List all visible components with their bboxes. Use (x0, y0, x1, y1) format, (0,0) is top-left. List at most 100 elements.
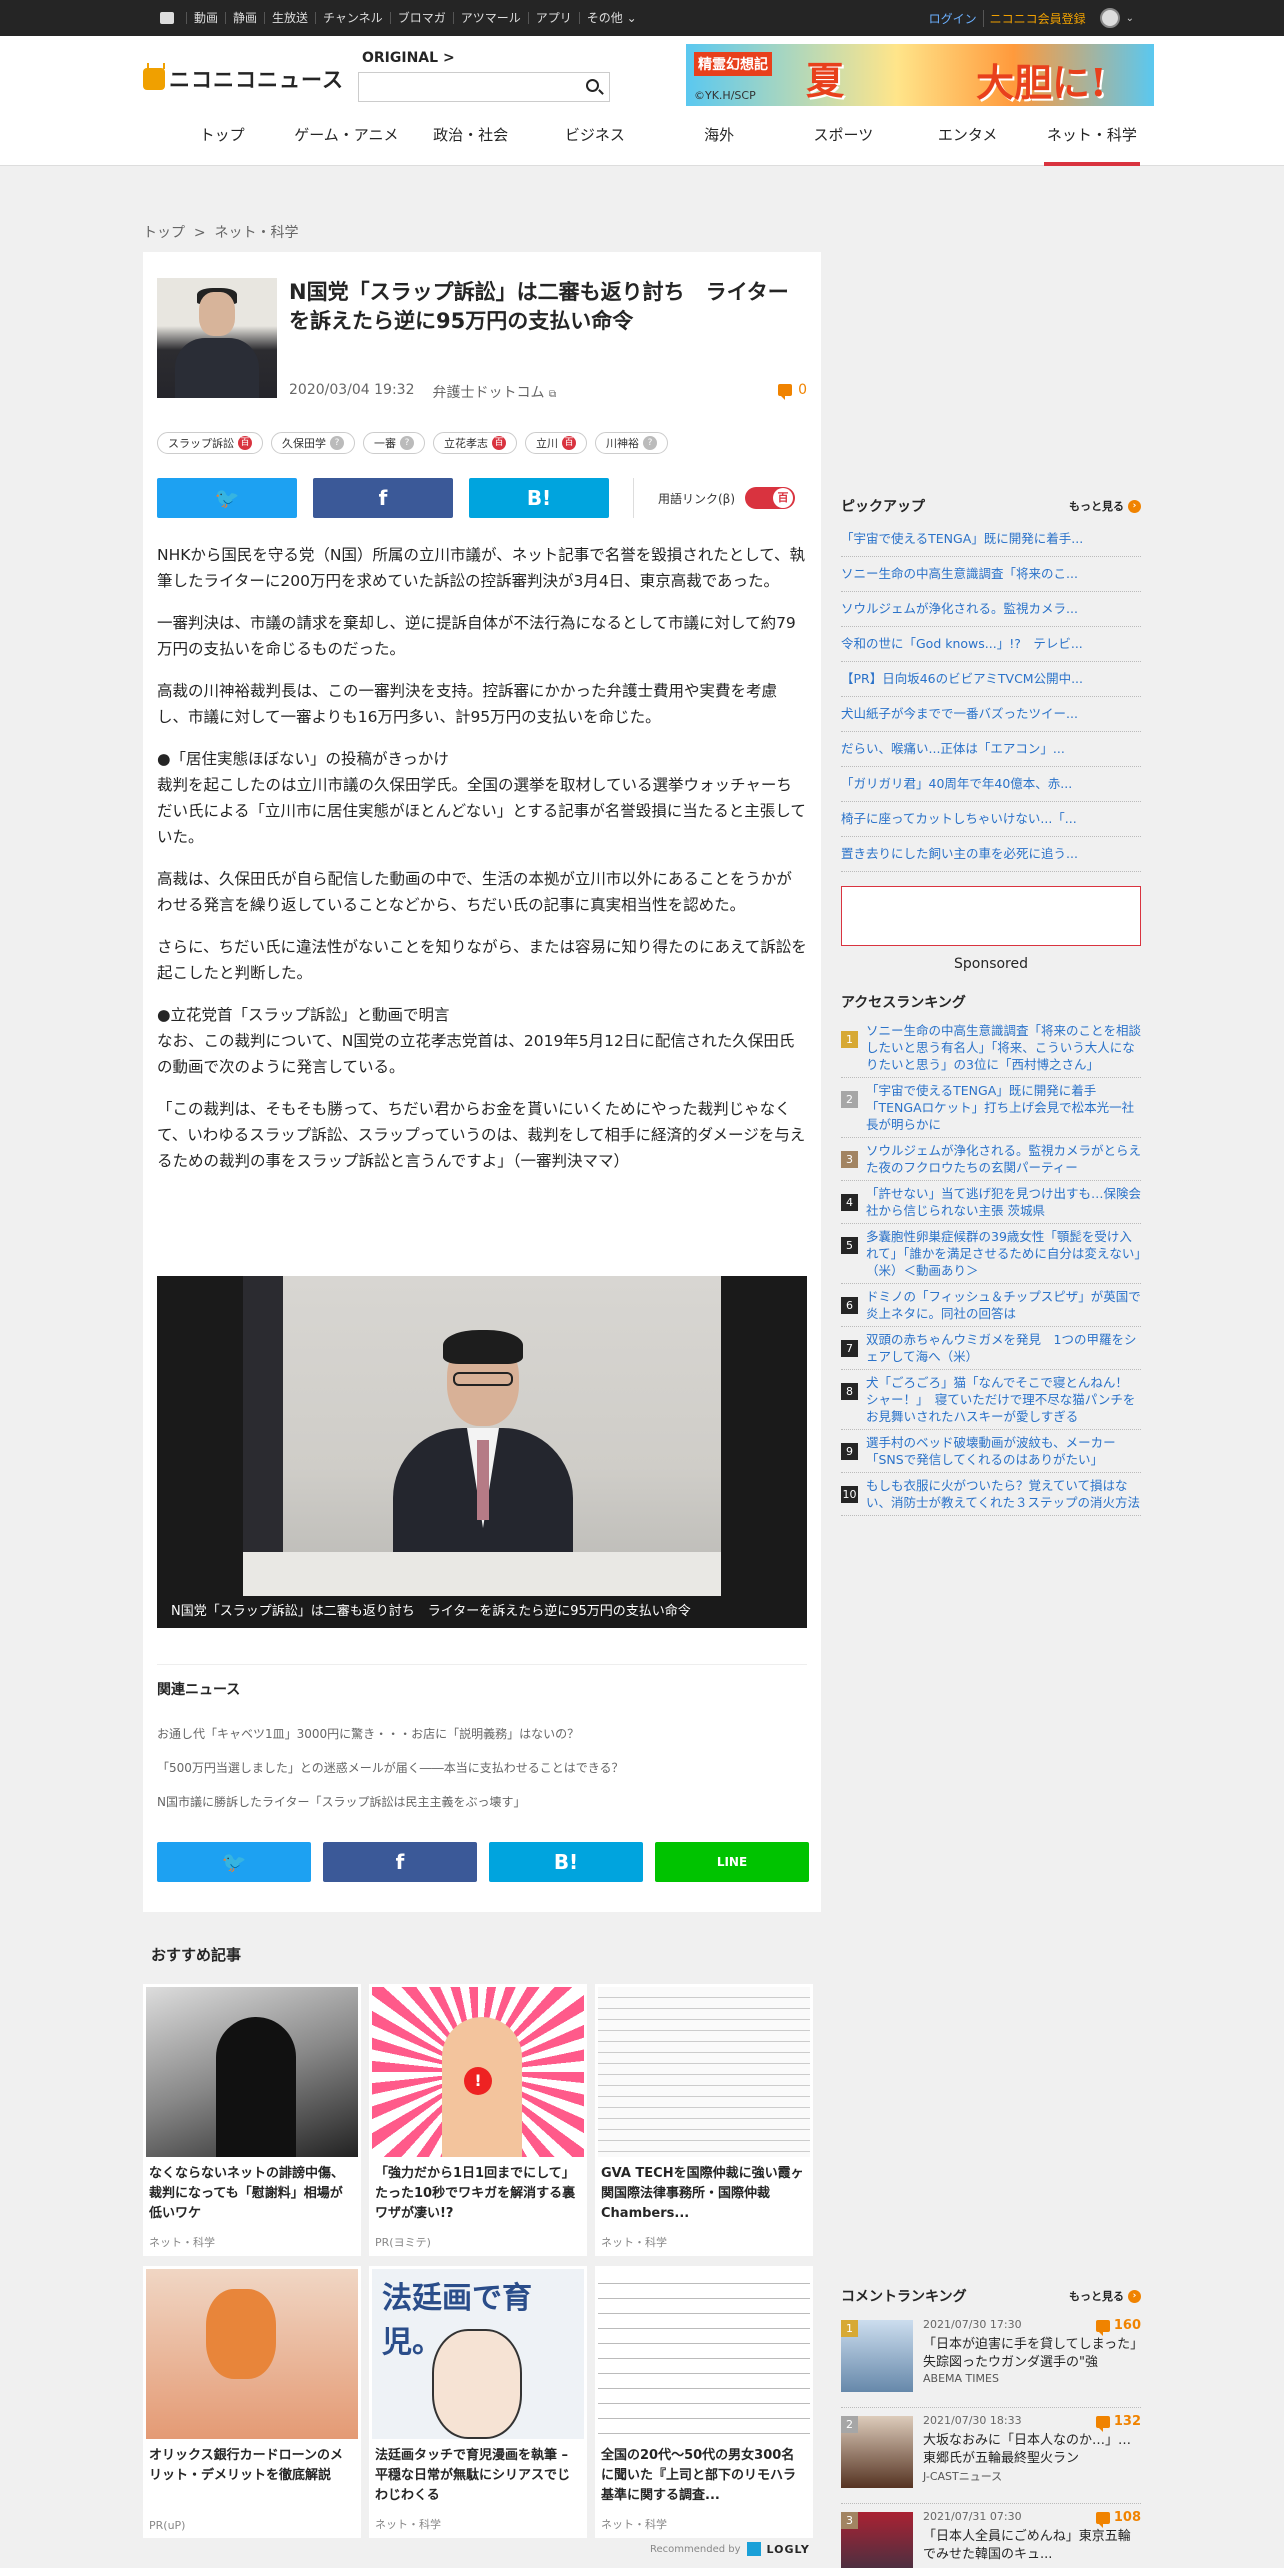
ranking-item[interactable]: 1 ソニー生命の中高生意識調査「将来のことを相談したいと思う有名人」「将来、こうい… (841, 1018, 1141, 1078)
nav-game-anime[interactable]: ゲーム・アニメ (284, 120, 408, 166)
more-link[interactable]: もっと見る › (1069, 2288, 1141, 2304)
recommended-card[interactable]: 全国の20代～50代の男女300名に聞いた『上司と部下のリモハラ基準に関する調査… (595, 2266, 813, 2538)
pickup-item[interactable]: ソウルジェムが浄化される。監視カメラ... (841, 592, 1141, 627)
dic-icon[interactable]: 百 (562, 436, 576, 450)
toggle-switch[interactable] (745, 487, 796, 509)
ranking-item[interactable]: 9 選手村のベッド破壊動画が波紋も、メーカー「SNSで発信してくれるのはありがたい… (841, 1430, 1141, 1473)
pickup-item[interactable]: 「ガリガリ君」40周年で年40億本、赤... (841, 767, 1141, 802)
ranking-item[interactable]: 6 ドミノの「フィッシュ＆チップスピザ」が英国で炎上ネタに。同社の回答は (841, 1284, 1141, 1327)
tag-item[interactable]: 川神裕? (595, 432, 668, 454)
question-icon[interactable]: ? (400, 436, 414, 450)
pickup-item[interactable]: 犬山紙子が今までで一番バズったツイー... (841, 697, 1141, 732)
pickup-item[interactable]: 置き去りにした飼い主の車を必死に追う... (841, 837, 1141, 872)
ranking-item[interactable]: 3 ソウルジェムが浄化される。監視カメラがとらえた夜のフクロウたちの玄関パーティー (841, 1138, 1141, 1181)
service-atsumaru[interactable]: アツマール (452, 12, 528, 24)
comment-count[interactable]: 0 (778, 382, 807, 400)
rank-title: 「許せない」当て逃げ犯を見つけ出すも…保険会社から信じられない主張 茨城県 (866, 1186, 1142, 1218)
pickup-item[interactable]: ソニー生命の中高生意識調査「将来のこ... (841, 557, 1141, 592)
rank-number: 4 (841, 1194, 858, 1211)
ranking-item[interactable]: 4 「許せない」当て逃げ犯を見つけ出すも…保険会社から信じられない主張 茨城県 (841, 1181, 1141, 1224)
article-source[interactable]: 弁護士ドットコム ⧉ (433, 382, 557, 402)
service-douga[interactable]: 動画 (186, 12, 225, 24)
original-link[interactable]: ORIGINAL > (362, 50, 455, 66)
pickup-item[interactable]: 椅子に座ってカットしちゃいけない...「... (841, 802, 1141, 837)
service-live[interactable]: 生放送 (264, 12, 315, 24)
nav-sports[interactable]: スポーツ (781, 120, 905, 166)
nav-politics[interactable]: 政治・社会 (409, 120, 533, 166)
article-photo[interactable]: N国党「スラップ訴訟」は二審も返り討ち ライターを訴えたら逆に95万円の支払い命… (157, 1276, 807, 1628)
pickup-item[interactable]: 「宇宙で使えるTENGA」既に開発に着手... (841, 522, 1141, 557)
twitter-share-button[interactable]: 🐦 (157, 478, 297, 518)
service-seiga[interactable]: 静画 (225, 12, 264, 24)
chevron-down-icon[interactable]: ⌄ (1126, 13, 1134, 24)
more-link[interactable]: もっと見る › (1069, 498, 1141, 514)
facebook-share-button[interactable]: f (313, 478, 453, 518)
breadcrumb-category[interactable]: ネット・科学 (215, 225, 299, 241)
recommended-card[interactable]: なくならないネットの誹謗中傷、裁判になっても「慰謝料」相場が低いワケ ネット・科… (143, 1984, 361, 2256)
service-blomaga[interactable]: ブロマガ (389, 12, 453, 24)
comment-rank-item[interactable]: 2 2021/07/30 18:33 132 大坂なおみに「日本人なのか…」…東… (841, 2408, 1141, 2504)
recommended-card[interactable]: 法廷画で育児。 法廷画タッチで育児漫画を執筆 – 平穏な日常が無駄にシリアスでじ… (369, 2266, 587, 2538)
banner-big-text-1: 夏 (806, 58, 845, 103)
service-other[interactable]: その他 ⌄ (578, 12, 644, 24)
breadcrumb: トップ > ネット・科学 (143, 222, 299, 242)
ranking-item[interactable]: 10 もしも衣服に火がついたら？覚えていて損はない、消防士が教えてくれた３ステップ… (841, 1473, 1141, 1516)
nav-world[interactable]: 海外 (657, 120, 781, 166)
tag-item[interactable]: 一審? (363, 432, 425, 454)
pickup-item[interactable]: 【PR】日向坂46のビビアミTVCM公開中... (841, 662, 1141, 697)
paragraph: NHKから国民を守る党（N国）所属の立川市議が、ネット記事で名誉を毀損されたとし… (157, 546, 805, 590)
line-share-button[interactable]: LINE (655, 1842, 809, 1882)
nav-top[interactable]: トップ (160, 120, 284, 166)
question-icon[interactable]: ? (643, 436, 657, 450)
ranking-item[interactable]: 2 「宇宙で使えるTENGA」既に開発に着手 「TENGAロケット」打ち上げ会見で… (841, 1078, 1141, 1138)
comment-rank-item[interactable]: 1 2021/07/30 17:30 160 「日本が迫害に手を貸してしまった」… (841, 2312, 1141, 2408)
comment-rank-item[interactable]: 3 2021/07/31 07:30 108 「日本人全員にごめんね」東京五輪で… (841, 2504, 1141, 2568)
hatena-share-button[interactable]: B! (489, 1842, 643, 1882)
ranking-item[interactable]: 8 犬「ごろごろ」猫「なんでそこで寝とんねん！ シャー！」 寝ていただけで理不尽な… (841, 1370, 1141, 1430)
nav-entertainment[interactable]: エンタメ (906, 120, 1030, 166)
question-icon[interactable]: ? (330, 436, 344, 450)
ranking-item[interactable]: 5 多囊胞性卵巣症候群の39歳女性「顎髭を受け入れて」「誰かを満足させるために自分… (841, 1224, 1141, 1284)
recommended-card[interactable]: GVA TECHを国際仲裁に強い霞ヶ関国際法律事務所・国際仲裁Chambers.… (595, 1984, 813, 2256)
pickup-item[interactable]: だらい、喉痛い...正体は「エアコン」... (841, 732, 1141, 767)
tag-item[interactable]: 立川百 (525, 432, 587, 454)
article-title: N国党「スラップ訴訟」は二審も返り討ち ライターを訴えたら逆に95万円の支払い命… (289, 280, 789, 333)
breadcrumb-top[interactable]: トップ (143, 225, 185, 241)
term-link-toggle[interactable]: 用語リンク(β) (633, 478, 796, 518)
tag-item[interactable]: 久保田学? (271, 432, 355, 454)
related-link[interactable]: お通し代「キャベツ1皿」3000円に驚き・・・お店に「説明義務」はないの？ (157, 1717, 807, 1751)
avatar[interactable] (1099, 8, 1120, 28)
card-image (146, 1987, 358, 2157)
related-link[interactable]: 「500万円当選しました」との迷惑メールが届く――本当に支払わせることはできる？ (157, 1751, 807, 1785)
ad-banner[interactable]: 精霊幻想記 夏 大胆に! ©YK.H/SCP (686, 44, 1154, 106)
rank-title: 大坂なおみに「日本人なのか…」…東郷氏が五輪最終聖火ラン (923, 2433, 1132, 2466)
service-channel[interactable]: チャンネル (315, 12, 390, 24)
ranking-item[interactable]: 7 双頭の赤ちゃんウミガメを発見 1つの甲羅をシェアして海へ（米） (841, 1327, 1141, 1370)
site-logo[interactable]: ニコニコニュース (143, 64, 344, 94)
hatena-share-button[interactable]: B! (469, 478, 609, 518)
facebook-share-button[interactable]: f (323, 1842, 477, 1882)
register-link[interactable]: ニコニコ会員登録 (982, 9, 1086, 27)
sidebar-ad[interactable] (841, 886, 1141, 946)
tag-item[interactable]: 立花孝志百 (433, 432, 517, 454)
login-link[interactable]: ログイン (929, 10, 977, 27)
twitter-share-button[interactable]: 🐦 (157, 1842, 311, 1882)
rank-number: 8 (841, 1383, 858, 1400)
pickup-item[interactable]: 令和の世に「God knows...」!? テレビ... (841, 627, 1141, 662)
search-input[interactable] (359, 73, 559, 101)
dic-icon[interactable]: 百 (492, 436, 506, 450)
related-link[interactable]: N国市議に勝訴したライター「スラップ訴訟は民主主義をぶっ壊す」 (157, 1785, 807, 1819)
recommended-card[interactable]: オリックス銀行カードローンのメリット・デメリットを徹底解説 PR(uP) (143, 2266, 361, 2538)
logly-credit[interactable]: Recommended by LOGLY (650, 2542, 810, 2556)
dic-icon[interactable]: 百 (238, 436, 252, 450)
rank-title: 犬「ごろごろ」猫「なんでそこで寝とんねん！ シャー！」 寝ていただけで理不尽な猫… (866, 1375, 1141, 1424)
nav-net-science[interactable]: ネット・科学 (1030, 120, 1154, 166)
search-icon[interactable] (586, 79, 599, 92)
rank-title: 双頭の赤ちゃんウミガメを発見 1つの甲羅をシェアして海へ（米） (866, 1332, 1137, 1364)
nav-business[interactable]: ビジネス (533, 120, 657, 166)
paragraph: 高裁の川神裕裁判長は、この一審判決を支持。控訴審にかかった弁護士費用や実費を考慮… (157, 682, 778, 726)
tag-item[interactable]: スラップ訴訟百 (157, 432, 263, 454)
recommended-card[interactable]: ! 「強力だから1日1回までにして」たった10秒でワキガを解消する裏ワザが凄い!… (369, 1984, 587, 2256)
service-app[interactable]: アプリ (527, 12, 579, 24)
tv-icon[interactable] (160, 12, 174, 24)
